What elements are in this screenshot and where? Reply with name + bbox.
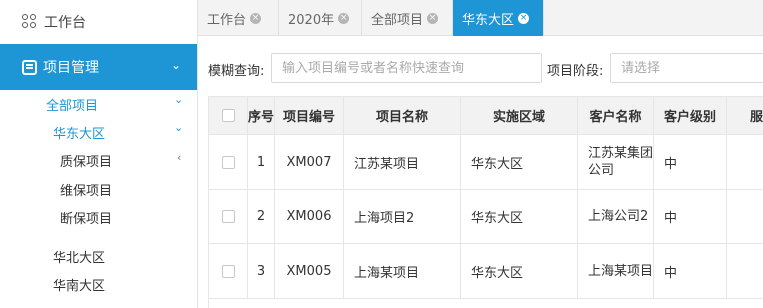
chevron-down-icon: ⌄ bbox=[174, 121, 184, 134]
sidebar-item-label: 华南大区 bbox=[53, 279, 106, 294]
tab-home[interactable]: 工作台 × bbox=[198, 0, 279, 36]
app: 工作台 项目管理 ⌄ 全部项目 ⌄ 华东大区 ⌄ 质保项目 ‹ 维保项目 断保项… bbox=[0, 0, 763, 308]
project-stage-label: 项目阶段: bbox=[547, 64, 604, 79]
tab-all-projects[interactable]: 全部项目 × bbox=[362, 0, 453, 36]
sidebar-item-maintenance[interactable]: 维保项目 bbox=[60, 180, 112, 199]
cell-name: 江苏某项目 bbox=[344, 135, 461, 190]
column-header[interactable]: 实施区域 bbox=[461, 97, 578, 135]
cell-no: 3 bbox=[248, 244, 275, 299]
cell-name: 上海某项目 bbox=[344, 244, 461, 299]
sidebar-item-south-china[interactable]: 华南大区 bbox=[53, 275, 105, 294]
cell-name: 上海项目2 bbox=[344, 190, 461, 244]
chevron-down-icon: ⌄ bbox=[170, 58, 181, 72]
table-row[interactable] bbox=[209, 190, 248, 244]
table-row[interactable] bbox=[209, 135, 248, 190]
tab-east-china[interactable]: 华东大区 × bbox=[453, 0, 544, 36]
column-header[interactable]: 服 bbox=[727, 97, 763, 135]
column-header[interactable]: 项目名称 bbox=[344, 97, 461, 135]
sidebar-item-label: 质保项目 bbox=[60, 155, 113, 170]
chevron-left-icon: ‹ bbox=[177, 151, 182, 164]
cell-code: XM006 bbox=[275, 190, 344, 244]
fuzzy-search-label: 模糊查询: bbox=[208, 64, 265, 79]
close-icon[interactable]: × bbox=[250, 12, 262, 24]
sidebar: 工作台 项目管理 ⌄ 全部项目 ⌄ 华东大区 ⌄ 质保项目 ‹ 维保项目 断保项… bbox=[0, 0, 197, 308]
table-row[interactable] bbox=[209, 244, 248, 299]
chevron-down-icon: ⌄ bbox=[174, 93, 184, 106]
project-icon bbox=[22, 59, 37, 75]
sidebar-item-label: 工作台 bbox=[44, 15, 86, 31]
cell-level: 中 bbox=[654, 244, 727, 299]
tab-label: 工作台 bbox=[207, 12, 247, 28]
cell-service bbox=[727, 244, 763, 299]
fuzzy-search-input[interactable] bbox=[271, 53, 542, 83]
cell-code: XM007 bbox=[275, 135, 344, 190]
checkbox[interactable] bbox=[221, 264, 235, 278]
column-header[interactable]: 客户名称 bbox=[578, 97, 654, 135]
cell-code: XM005 bbox=[275, 244, 344, 299]
project-stage-select[interactable] bbox=[610, 53, 763, 83]
checkbox[interactable] bbox=[221, 155, 235, 169]
tab-bar: 工作台 × 2020年 × 全部项目 × 华东大区 × bbox=[198, 0, 763, 36]
sidebar-item-label: 项目管理 bbox=[43, 60, 99, 76]
cell-service bbox=[727, 135, 763, 190]
sidebar-item-north-china[interactable]: 华北大区 bbox=[53, 247, 105, 266]
column-header[interactable]: 序号 bbox=[248, 97, 275, 135]
cell-customer: 上海公司2 bbox=[578, 190, 654, 244]
cell-customer: 上海某项目 bbox=[578, 244, 654, 299]
close-icon[interactable]: × bbox=[427, 12, 439, 24]
sidebar-item-label: 维保项目 bbox=[60, 184, 113, 199]
tab-label: 2020年 bbox=[288, 12, 335, 28]
sidebar-item-home[interactable]: 工作台 bbox=[0, 0, 197, 44]
cell-level: 中 bbox=[654, 135, 727, 190]
close-icon[interactable]: × bbox=[518, 12, 530, 24]
cell-no: 2 bbox=[248, 190, 275, 244]
cell-customer: 江苏某集团公司 bbox=[578, 135, 654, 190]
sidebar-item-label: 全部项目 bbox=[46, 99, 99, 114]
close-icon[interactable]: × bbox=[338, 12, 350, 24]
sidebar-item-all-projects[interactable]: 全部项目 ⌄ bbox=[46, 93, 196, 114]
cell-no: 1 bbox=[248, 135, 275, 190]
cell-service bbox=[727, 190, 763, 244]
sidebar-item-label: 华北大区 bbox=[53, 251, 106, 266]
sidebar-divider bbox=[197, 0, 198, 308]
sidebar-item-broken[interactable]: 断保项目 bbox=[60, 208, 112, 227]
checkbox[interactable] bbox=[221, 109, 235, 122]
cell-area: 华东大区 bbox=[461, 190, 578, 244]
tab-2020[interactable]: 2020年 × bbox=[279, 0, 362, 36]
tab-label: 华东大区 bbox=[462, 12, 515, 28]
checkbox[interactable] bbox=[221, 210, 235, 223]
column-header[interactable]: 客户级别 bbox=[654, 97, 727, 135]
sidebar-item-label: 华东大区 bbox=[53, 127, 106, 142]
sidebar-item-project-management[interactable]: 项目管理 ⌄ bbox=[0, 44, 197, 90]
sidebar-item-label: 断保项目 bbox=[60, 212, 113, 227]
tab-label: 全部项目 bbox=[371, 12, 424, 28]
cell-area: 华东大区 bbox=[461, 244, 578, 299]
project-table: 序号 项目编号 项目名称 实施区域 客户名称 客户级别 服 1 XM007 江苏… bbox=[208, 96, 763, 308]
sidebar-item-warranty[interactable]: 质保项目 ‹ bbox=[60, 151, 196, 170]
header-select-all[interactable] bbox=[209, 97, 248, 135]
dashboard-icon bbox=[22, 14, 38, 30]
sidebar-item-east-china[interactable]: 华东大区 ⌄ bbox=[53, 121, 196, 142]
cell-area: 华东大区 bbox=[461, 135, 578, 190]
column-header[interactable]: 项目编号 bbox=[275, 97, 344, 135]
cell-level: 中 bbox=[654, 190, 727, 244]
